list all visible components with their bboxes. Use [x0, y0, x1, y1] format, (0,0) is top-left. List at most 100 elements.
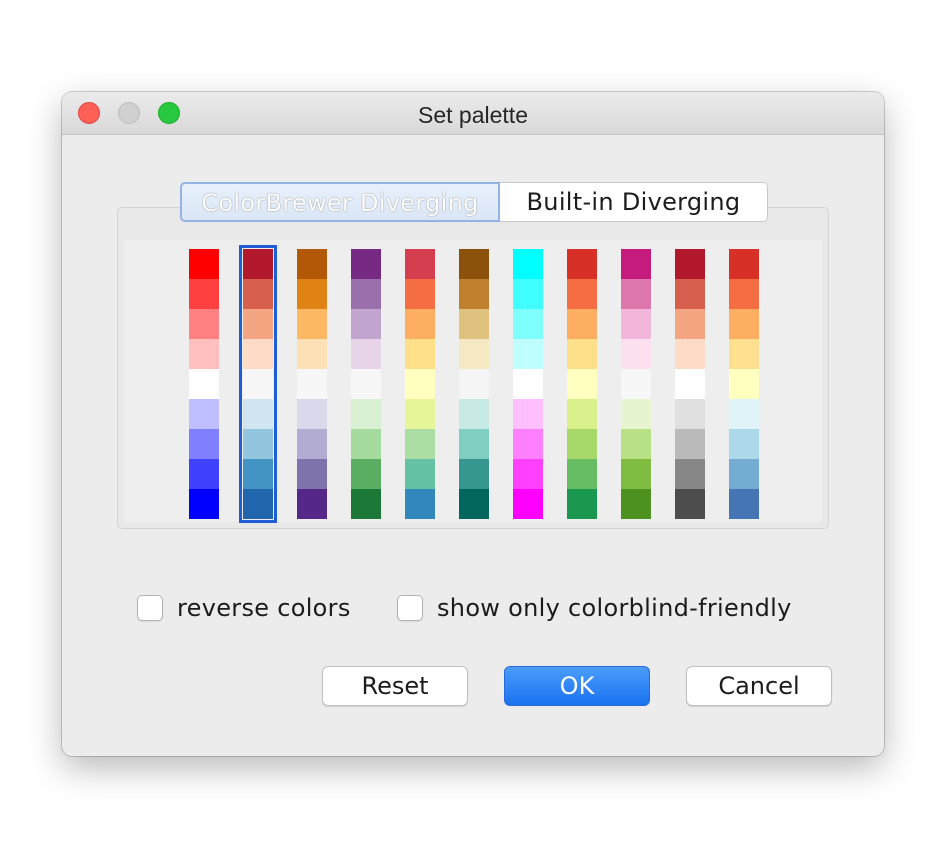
palette-swatch — [243, 399, 273, 429]
palette-swatch — [297, 369, 327, 399]
palette-swatch — [297, 489, 327, 519]
ok-button[interactable]: OK — [504, 666, 650, 706]
palette-swatch — [351, 249, 381, 279]
palette-swatch — [459, 279, 489, 309]
palette-swatch — [675, 489, 705, 519]
palette-swatch — [621, 369, 651, 399]
palette-swatch — [675, 369, 705, 399]
set-palette-dialog: Set palette ColorBrewer Diverging Built-… — [62, 92, 884, 756]
palette-swatch — [351, 369, 381, 399]
palette-RdYlBu[interactable] — [729, 249, 759, 519]
reset-button[interactable]: Reset — [322, 666, 468, 706]
palette-swatch — [297, 459, 327, 489]
palette-swatch — [351, 309, 381, 339]
palette-swatch — [729, 429, 759, 459]
palette-swatch — [459, 369, 489, 399]
palette-swatch — [513, 309, 543, 339]
palette-swatch — [189, 249, 219, 279]
palette-Spectral[interactable] — [405, 249, 435, 519]
palette-swatch — [405, 369, 435, 399]
palette-swatch — [729, 369, 759, 399]
palette-swatch — [351, 279, 381, 309]
palette-type-tabs: ColorBrewer Diverging Built-in Diverging — [180, 182, 768, 222]
colorblind-friendly-checkbox[interactable] — [397, 595, 423, 621]
colorblind-friendly-option[interactable]: show only colorblind-friendly — [397, 594, 792, 622]
palette-swatch — [243, 489, 273, 519]
colorblind-friendly-label: show only colorblind-friendly — [437, 594, 792, 622]
palette-swatch — [405, 489, 435, 519]
reverse-colors-label: reverse colors — [177, 594, 351, 622]
palette-swatch — [567, 279, 597, 309]
palette-RdYlGn[interactable] — [567, 249, 597, 519]
tab-built-in-diverging[interactable]: Built-in Diverging — [500, 182, 768, 222]
palette-swatch — [297, 309, 327, 339]
title-bar[interactable]: Set palette — [62, 92, 884, 135]
palette-swatch — [459, 459, 489, 489]
palette-PiYG[interactable] — [621, 249, 651, 519]
palette-swatch — [675, 339, 705, 369]
cancel-button[interactable]: Cancel — [686, 666, 832, 706]
palette-swatch — [729, 339, 759, 369]
palette-swatch — [621, 339, 651, 369]
palette-swatch — [243, 249, 273, 279]
palette-swatch — [729, 279, 759, 309]
palette-swatch — [405, 309, 435, 339]
palette-swatch — [351, 399, 381, 429]
palette-swatch — [405, 279, 435, 309]
palette-swatch — [189, 459, 219, 489]
palette-swatch — [621, 429, 651, 459]
palette-swatch — [243, 339, 273, 369]
tab-colorbrewer-diverging[interactable]: ColorBrewer Diverging — [180, 182, 500, 222]
palette-swatch — [513, 459, 543, 489]
palette-swatch — [297, 249, 327, 279]
palette-swatch — [567, 249, 597, 279]
palette-swatch — [405, 249, 435, 279]
palette-swatch — [675, 429, 705, 459]
palette-swatch — [567, 309, 597, 339]
palette-RdGy[interactable] — [675, 249, 705, 519]
palette-swatch — [621, 309, 651, 339]
palette-swatch — [729, 249, 759, 279]
palette-swatch — [351, 459, 381, 489]
palette-swatch — [189, 279, 219, 309]
palette-swatch — [459, 429, 489, 459]
palette-swatch — [405, 399, 435, 429]
palette-swatch — [621, 279, 651, 309]
palette-swatch — [675, 399, 705, 429]
palette-swatch — [621, 399, 651, 429]
palette-swatch — [729, 489, 759, 519]
palette-swatch — [189, 369, 219, 399]
palette-swatch — [189, 309, 219, 339]
palette-swatch — [513, 279, 543, 309]
reverse-colors-checkbox[interactable] — [137, 595, 163, 621]
palette-swatch — [459, 339, 489, 369]
palette-BrBG[interactable] — [459, 249, 489, 519]
palette-swatch — [729, 459, 759, 489]
palette-swatch — [351, 489, 381, 519]
palette-swatch — [297, 279, 327, 309]
palette-swatch — [513, 429, 543, 459]
palette-cyan-magenta[interactable] — [513, 249, 543, 519]
palette-swatch — [243, 279, 273, 309]
palette-swatch — [243, 459, 273, 489]
palette-swatch — [405, 459, 435, 489]
palette-red-blue[interactable] — [189, 249, 219, 519]
reverse-colors-option[interactable]: reverse colors — [137, 594, 351, 622]
palette-swatch — [459, 399, 489, 429]
palette-RdBu[interactable] — [239, 245, 277, 523]
palette-swatch — [567, 399, 597, 429]
palette-PRGn[interactable] — [351, 249, 381, 519]
palette-swatch — [567, 429, 597, 459]
palette-swatch — [513, 399, 543, 429]
palette-swatch — [513, 339, 543, 369]
palette-swatch — [189, 399, 219, 429]
palette-swatch — [189, 489, 219, 519]
palette-swatch — [459, 489, 489, 519]
palette-swatch — [675, 309, 705, 339]
palette-swatch — [513, 369, 543, 399]
palette-swatch — [567, 369, 597, 399]
palette-PuOr[interactable] — [297, 249, 327, 519]
palette-swatch — [729, 309, 759, 339]
palette-swatch — [243, 309, 273, 339]
palette-swatch — [297, 339, 327, 369]
